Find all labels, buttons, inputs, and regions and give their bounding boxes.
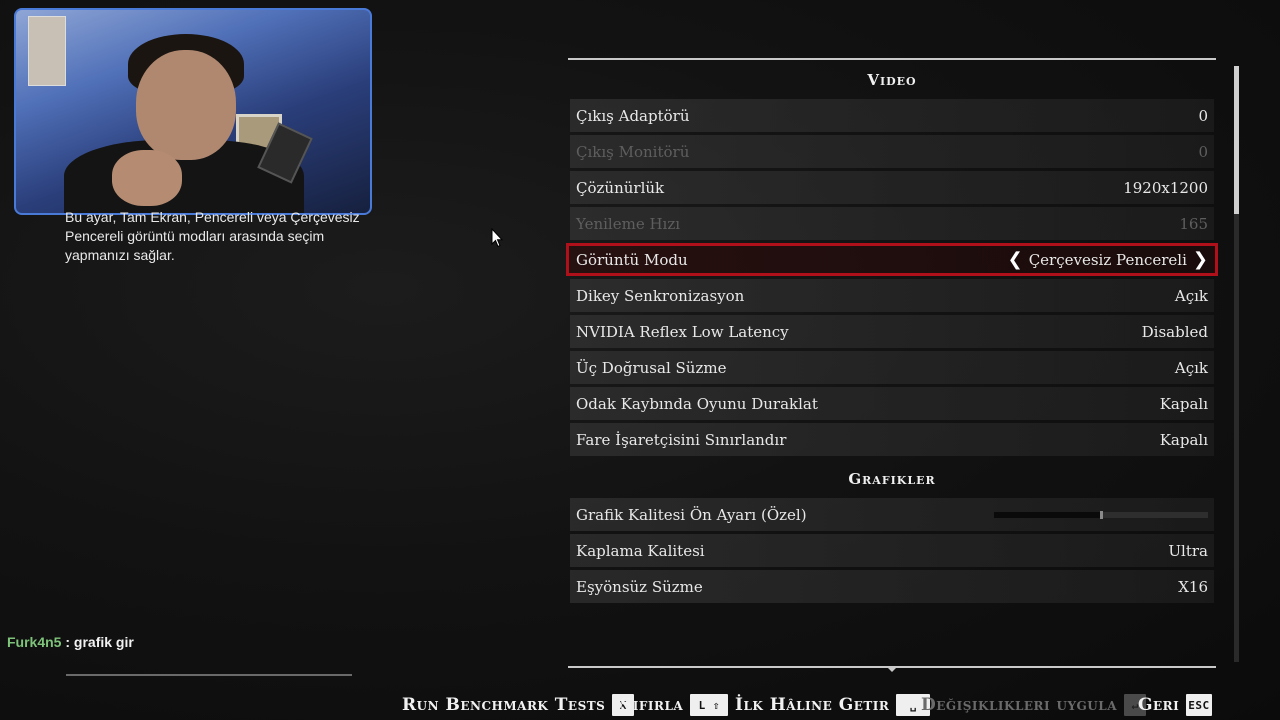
setting-label: Çözünürlük: [576, 178, 665, 197]
setting-output-adapter[interactable]: Çıkış Adaptörü 0: [570, 99, 1214, 132]
chevron-right-icon[interactable]: ❯: [1193, 249, 1208, 270]
scroll-down-indicator-icon: [886, 666, 898, 672]
setting-output-monitor: Çıkış Monitörü 0: [570, 135, 1214, 168]
quality-slider[interactable]: [994, 510, 1208, 519]
setting-resolution[interactable]: Çözünürlük 1920x1200: [570, 171, 1214, 204]
chat-text: grafik gir: [73, 634, 134, 650]
chevron-left-icon[interactable]: ❮: [1008, 249, 1023, 270]
slider-fill: [994, 511, 1101, 518]
setting-vsync[interactable]: Dikey Senkronizasyon Açık: [570, 279, 1214, 312]
restore-defaults-button[interactable]: İlk Hâline Getir ␣: [735, 694, 931, 716]
setting-value-selector: ❮ Çerçevesiz Pencereli ❯: [1008, 249, 1208, 270]
setting-label: Dikey Senkronizasyon: [576, 286, 745, 305]
setting-value: 0: [1198, 106, 1208, 125]
setting-value: 1920x1200: [1123, 178, 1208, 197]
setting-description: Bu ayar, Tam Ekran, Pencereli veya Çerçe…: [65, 209, 360, 263]
setting-label: Çıkış Adaptörü: [576, 106, 690, 125]
setting-label: Eşyönsüz Süzme: [576, 577, 703, 596]
setting-value: Kapalı: [1159, 430, 1208, 449]
setting-label: Üç Doğrusal Süzme: [576, 358, 727, 377]
setting-value: Ultra: [1168, 541, 1208, 560]
setting-label: Kaplama Kalitesi: [576, 541, 705, 560]
button-label: Sıfırla: [620, 695, 684, 715]
button-label: Geri: [1138, 695, 1180, 715]
button-label: İlk Hâline Getir: [735, 695, 890, 715]
setting-label: NVIDIA Reflex Low Latency: [576, 322, 789, 341]
setting-label: Fare İşaretçisini Sınırlandır: [576, 430, 787, 449]
setting-nvidia-reflex[interactable]: NVIDIA Reflex Low Latency Disabled: [570, 315, 1214, 348]
section-title-video: Video: [867, 71, 917, 89]
chat-message: Furk4n5 : grafik gir: [7, 634, 134, 650]
reset-button[interactable]: Sıfırla L ⇧: [620, 694, 729, 716]
setting-value: 0: [1198, 142, 1208, 161]
footer-actions: Run Benchmark Tests X Sıfırla L ⇧ İlk Hâ…: [0, 694, 1280, 720]
section-title-graphics: Grafikler: [848, 470, 936, 488]
run-benchmark-button[interactable]: Run Benchmark Tests X: [402, 694, 635, 716]
setting-value: X16: [1178, 577, 1208, 596]
setting-refresh-rate: Yenileme Hızı 165: [570, 207, 1214, 240]
setting-display-mode[interactable]: Görüntü Modu ❮ Çerçevesiz Pencereli ❯: [566, 243, 1218, 276]
setting-graphics-preset[interactable]: Grafik Kalitesi Ön Ayarı (Özel): [570, 498, 1214, 531]
scrollbar-track[interactable]: [1234, 214, 1239, 662]
setting-value: Çerçevesiz Pencereli: [1028, 250, 1187, 269]
button-label: Değişiklikleri uygula: [921, 695, 1118, 715]
setting-pause-on-focus-loss[interactable]: Odak Kaybında Oyunu Duraklat Kapalı: [570, 387, 1214, 420]
webcam-overlay: [14, 8, 372, 215]
setting-label: Çıkış Monitörü: [576, 142, 690, 161]
setting-value: Disabled: [1141, 322, 1208, 341]
button-label: Run Benchmark Tests: [402, 695, 606, 715]
chat-username: Furk4n5: [7, 634, 62, 650]
mouse-cursor-icon: [491, 228, 503, 248]
setting-label: Görüntü Modu: [576, 250, 688, 269]
setting-label: Grafik Kalitesi Ön Ayarı (Özel): [576, 505, 807, 524]
setting-confine-mouse[interactable]: Fare İşaretçisini Sınırlandır Kapalı: [570, 423, 1214, 456]
key-esc-icon: ESC: [1186, 694, 1212, 716]
setting-value: 165: [1179, 214, 1208, 233]
key-l-shift-icon: L ⇧: [690, 694, 729, 716]
back-button[interactable]: Geri ESC: [1138, 694, 1212, 716]
setting-texture-quality[interactable]: Kaplama Kalitesi Ultra: [570, 534, 1214, 567]
setting-value: Açık: [1174, 358, 1208, 377]
streamer-hand: [112, 150, 182, 206]
setting-trilinear-filtering[interactable]: Üç Doğrusal Süzme Açık: [570, 351, 1214, 384]
apply-changes-button: Değişiklikleri uygula ↵: [921, 694, 1147, 716]
streamer-face: [136, 50, 236, 160]
setting-value: Kapalı: [1159, 394, 1208, 413]
setting-label: Yenileme Hızı: [576, 214, 681, 233]
setting-anisotropic-filtering[interactable]: Eşyönsüz Süzme X16: [570, 570, 1214, 603]
chat-divider: [66, 674, 352, 676]
slider-handle[interactable]: [1100, 510, 1103, 519]
setting-value: Açık: [1174, 286, 1208, 305]
wall-poster: [28, 16, 66, 86]
setting-label: Odak Kaybında Oyunu Duraklat: [576, 394, 818, 413]
scrollbar-thumb[interactable]: [1234, 66, 1239, 214]
chat-separator: :: [65, 634, 71, 650]
settings-panel: Video Çıkış Adaptörü 0 Çıkış Monitörü 0 …: [566, 58, 1218, 606]
